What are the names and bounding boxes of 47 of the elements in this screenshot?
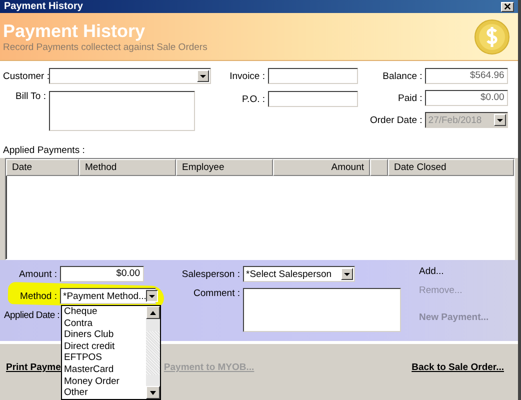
column-header[interactable]: Date: [6, 159, 79, 176]
close-icon: [504, 3, 511, 10]
comment-field[interactable]: [243, 288, 401, 332]
field-label: Invoice :: [228, 70, 265, 82]
dropdown-option[interactable]: Contra: [64, 318, 146, 330]
field-label: Amount :: [18, 268, 57, 280]
scroll-down-icon[interactable]: [146, 386, 160, 399]
bill-to-field[interactable]: [49, 91, 195, 131]
dropdown-option[interactable]: Money Order: [64, 376, 146, 388]
field-label: Comment :: [192, 288, 240, 299]
invoice-field[interactable]: [268, 68, 358, 84]
customer-dropdown[interactable]: [49, 68, 211, 84]
column-header[interactable]: [370, 159, 388, 176]
column-header[interactable]: Employee: [176, 159, 273, 176]
dropdown-option[interactable]: Other: [64, 387, 146, 399]
header-subtitle: Record Payments collectect against Sale Orders: [3, 42, 208, 52]
column-header[interactable]: Method: [79, 159, 176, 176]
balance-field: $564.96: [425, 68, 508, 84]
footer-link[interactable]: Print Payme: [6, 362, 61, 373]
field-label: Order Date :: [370, 114, 422, 126]
close-button[interactable]: [501, 2, 514, 12]
dollar-coin-icon: [474, 18, 510, 54]
salesperson-dropdown[interactable]: *Select Salesperson: [243, 266, 355, 282]
dropdown-option[interactable]: Diners Club: [64, 329, 146, 341]
scroll-up-icon[interactable]: [146, 306, 160, 319]
paid-field: $0.00: [425, 90, 508, 106]
po-field[interactable]: [268, 91, 358, 107]
field-label: Paid :: [398, 92, 422, 104]
section-label: Applied Payments :: [0, 143, 518, 158]
field-label: Method :: [19, 290, 57, 302]
field-label: P.O. :: [240, 94, 265, 104]
window-title: Payment History: [4, 1, 83, 12]
field-label: Applied Date :: [4, 310, 60, 321]
header-title: Payment History: [3, 20, 146, 42]
field-label: Bill To :: [14, 91, 46, 102]
dropdown-option[interactable]: Cheque: [64, 306, 146, 318]
column-header[interactable]: Amount: [273, 159, 370, 176]
dropdown-option[interactable]: Direct credit: [64, 340, 146, 352]
dropdown-option[interactable]: MasterCard: [64, 364, 146, 376]
column-header[interactable]: Date Closed: [388, 159, 514, 176]
field-label: Salesperson :: [180, 268, 240, 280]
footer-link[interactable]: Back to Sale Order...: [412, 362, 504, 373]
scrollbar[interactable]: [146, 306, 160, 399]
field-label: Balance :: [382, 70, 422, 82]
amount-field[interactable]: $0.00: [60, 266, 144, 282]
dropdown-option[interactable]: EFTPOS: [64, 352, 146, 364]
action-link[interactable]: Add...: [419, 266, 444, 277]
